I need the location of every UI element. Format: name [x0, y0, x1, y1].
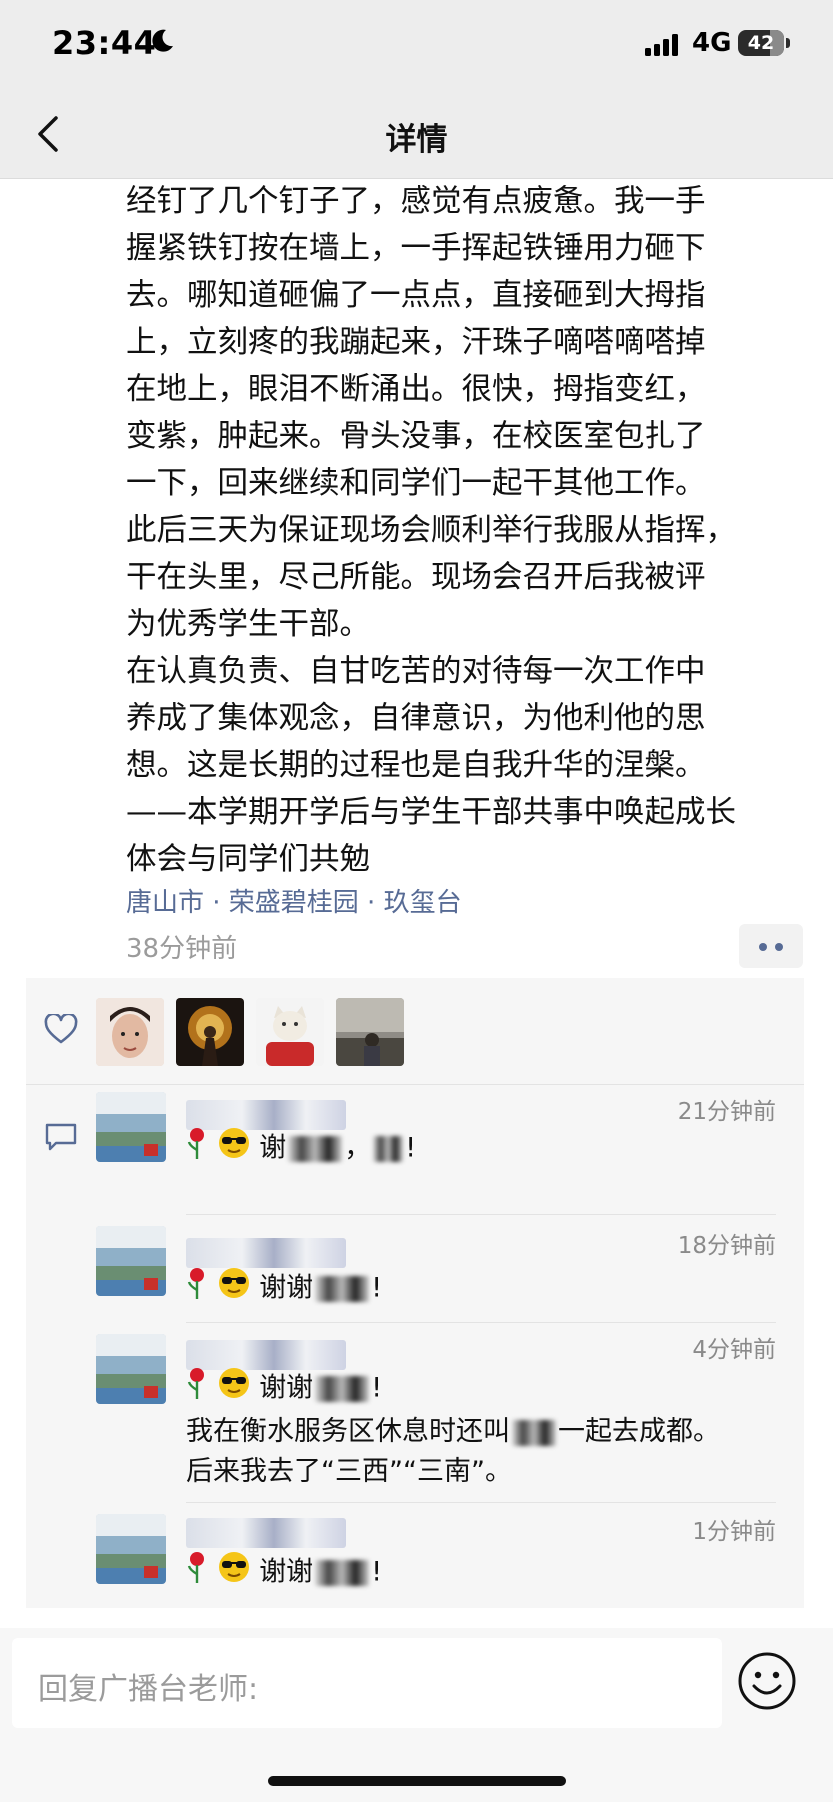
post-time: 38分钟前 [126, 934, 238, 964]
comment-text-part: 谢谢 [259, 1556, 314, 1588]
cool-smiley-icon [217, 1266, 251, 1312]
divider [186, 1214, 776, 1215]
cool-smiley-icon [217, 1550, 251, 1596]
comment-time: 1分钟前 [692, 1519, 776, 1545]
heart-icon [44, 1014, 78, 1044]
status-time: 23:44 [52, 24, 157, 62]
rose-icon [186, 1366, 208, 1412]
redacted-text [373, 1136, 404, 1162]
commenter-avatar[interactable] [96, 1092, 166, 1162]
cool-smiley-icon [217, 1366, 251, 1412]
emoji-button-icon[interactable] [736, 1650, 798, 1712]
interaction-panel: 21分钟前 谢 ，! 18分钟前 谢谢! 4分钟前 谢谢! 我在衡水服务区休息时还… [26, 978, 804, 1608]
divider [186, 1502, 776, 1503]
divider [186, 1322, 776, 1323]
redacted-text [315, 1560, 370, 1586]
comment-text: 谢谢! [186, 1266, 786, 1312]
rose-icon [186, 1550, 208, 1596]
rose-icon [186, 1126, 208, 1172]
redacted-text [315, 1276, 370, 1302]
like-avatar[interactable] [336, 998, 404, 1066]
comment-text-part: ! [371, 1372, 383, 1404]
comment-text-part: 谢谢 [259, 1272, 314, 1304]
commenter-name-redacted[interactable] [186, 1518, 346, 1548]
battery-icon: 42 [738, 30, 784, 56]
like-avatar[interactable] [256, 998, 324, 1066]
commenter-avatar[interactable] [96, 1334, 166, 1404]
like-avatar[interactable] [176, 998, 244, 1066]
redacted-text [315, 1376, 370, 1402]
reply-placeholder: 回复广播台老师: [38, 1672, 259, 1707]
post-content: 经钉了几个钉子了，感觉有点疲惫。我一手 握紧铁钉按在墙上，一手挥起铁锤用力砸下 … [126, 178, 806, 883]
network-type: 4G [692, 28, 732, 58]
nav-bar: 详情 [0, 90, 833, 179]
comment-time: 21分钟前 [677, 1099, 776, 1125]
comment-text: 谢谢! 我在衡水服务区休息时还叫 一起去成都。 后来我去了“三西”“三南”。 [186, 1366, 786, 1492]
comment-item[interactable]: 4分钟前 谢谢! 我在衡水服务区休息时还叫 一起去成都。 后来我去了“三西”“三南… [96, 1322, 804, 1502]
comment-text-part: 一起去成都。 [558, 1416, 720, 1447]
comment-text-part: ， [344, 1132, 372, 1164]
comment-time: 4分钟前 [692, 1337, 776, 1363]
comment-text-part: 我在衡水服务区休息时还叫 [186, 1416, 510, 1447]
moon-icon [152, 29, 173, 52]
comment-text-part: 谢谢 [259, 1372, 314, 1404]
post-location[interactable]: 唐山市 · 荣盛碧桂园 · 玖玺台 [126, 882, 462, 919]
comment-item[interactable]: 1分钟前 谢谢! [96, 1502, 804, 1608]
status-bar: 23:44 4G 42 [0, 0, 833, 90]
like-avatar[interactable] [96, 998, 164, 1066]
redacted-text [512, 1419, 556, 1446]
more-options-button[interactable] [739, 924, 803, 968]
comment-item[interactable]: 21分钟前 谢 ，! [96, 1092, 804, 1192]
post-paragraph: 在认真负责、自甘吃苦的对待每一次工作中 养成了集体观念，自律意识，为他利他的思 … [126, 654, 736, 877]
comment-item[interactable]: 18分钟前 谢谢! [96, 1214, 804, 1322]
rose-icon [186, 1266, 208, 1312]
likes-row [26, 978, 804, 1085]
commenter-avatar[interactable] [96, 1514, 166, 1584]
comment-icon [45, 1123, 77, 1151]
cool-smiley-icon [217, 1126, 251, 1172]
redacted-text [288, 1136, 343, 1162]
comment-time: 18分钟前 [677, 1233, 776, 1259]
post-paragraph: 经钉了几个钉子了，感觉有点疲惫。我一手 握紧铁钉按在墙上，一手挥起铁锤用力砸下 … [126, 184, 736, 642]
home-indicator[interactable] [268, 1776, 566, 1786]
cellular-signal-icon [645, 34, 678, 56]
comment-text-part: 谢 [259, 1132, 287, 1164]
comment-text: 谢 ，! [186, 1126, 786, 1172]
battery-level: 42 [747, 32, 775, 54]
comment-text-part: ! [371, 1272, 383, 1304]
battery-tip [786, 38, 790, 48]
comment-text-part: ! [371, 1556, 383, 1588]
commenter-name-redacted[interactable] [186, 1238, 346, 1268]
comment-text-part: ! [405, 1132, 417, 1164]
comment-text: 谢谢! [186, 1550, 786, 1596]
reply-input[interactable]: 回复广播台老师: [12, 1638, 722, 1728]
commenter-avatar[interactable] [96, 1226, 166, 1296]
page-title: 详情 [385, 122, 448, 158]
comment-text-part: 后来我去了“三西”“三南”。 [186, 1456, 512, 1487]
